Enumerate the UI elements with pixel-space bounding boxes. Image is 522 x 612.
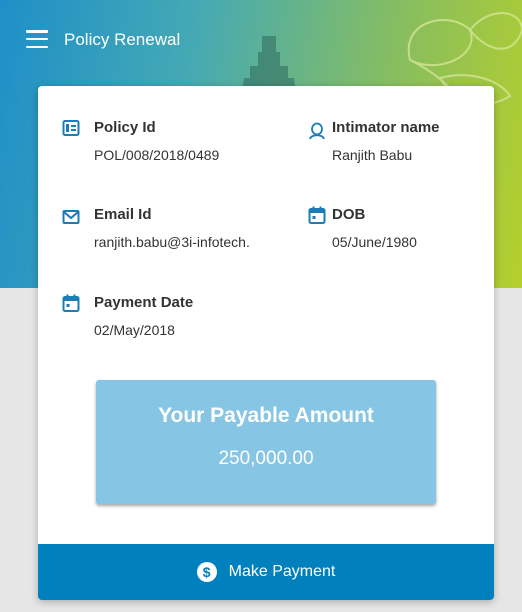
id-card-icon — [62, 120, 80, 136]
intimator-name-value: Ranjith Babu — [332, 147, 413, 163]
email-id-value: ranjith.babu@3i-infotech. — [94, 234, 250, 250]
payment-date-label: Payment Date — [94, 294, 194, 311]
email-id-label: Email Id — [94, 206, 152, 223]
page-title: Policy Renewal — [64, 30, 181, 49]
intimator-name-label: Intimator name — [332, 119, 440, 136]
person-icon — [309, 122, 325, 140]
app-bar: Policy Renewal — [0, 0, 522, 84]
hamburger-menu-icon[interactable] — [26, 30, 48, 48]
payable-amount-box: Your Payable Amount 250,000.00 — [96, 380, 436, 504]
payable-amount-title: Your Payable Amount — [158, 404, 374, 427]
calendar-icon — [62, 294, 80, 312]
make-payment-button[interactable]: $ Make Payment — [38, 544, 494, 600]
mail-icon — [62, 210, 80, 224]
dollar-circle-icon: $ — [196, 562, 217, 582]
calendar-icon — [308, 206, 326, 224]
dob-value: 05/June/1980 — [332, 234, 417, 250]
dob-label: DOB — [332, 206, 366, 223]
policy-id-label: Policy Id — [94, 119, 156, 136]
policy-details-card: Policy Id POL/008/2018/0489 Intimator na… — [38, 86, 494, 600]
make-payment-label: Make Payment — [228, 563, 336, 580]
payment-date-value: 02/May/2018 — [94, 322, 175, 338]
policy-id-value: POL/008/2018/0489 — [94, 147, 220, 163]
payable-amount-value: 250,000.00 — [218, 448, 314, 469]
